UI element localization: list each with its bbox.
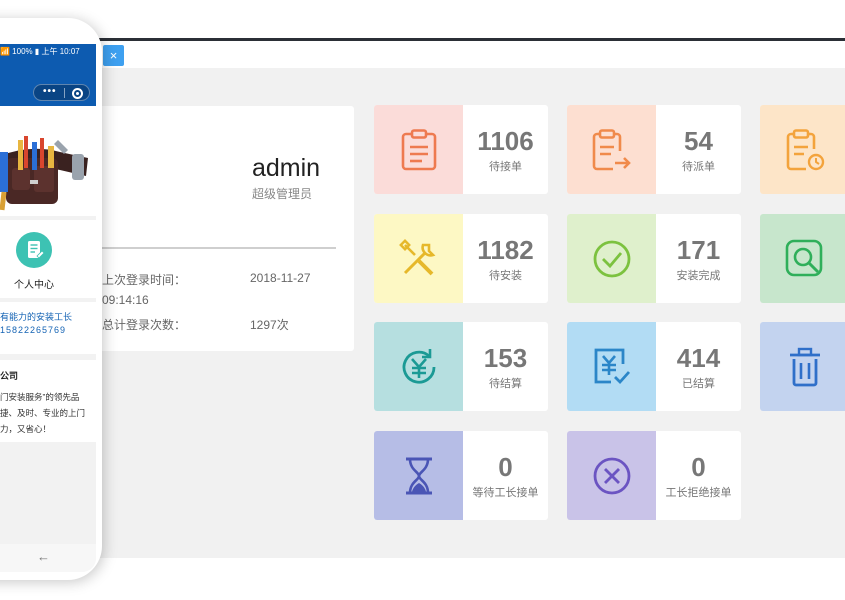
tile-label: 待派单 (682, 161, 715, 173)
back-arrow-icon[interactable]: ← (37, 549, 50, 564)
tile-label: 待接单 (489, 161, 522, 173)
hourglass-icon (405, 457, 432, 494)
contact-title: 有能力的安装工长 (0, 312, 73, 322)
yuen-refresh-icon (402, 348, 435, 384)
company-title: 公司 (0, 371, 19, 381)
tile-third-col-row2[interactable] (760, 214, 845, 303)
tool-belt-banner (0, 106, 96, 216)
capsule-divider (64, 88, 65, 98)
tile-value: 1106 (477, 126, 534, 156)
clipboard-icon (401, 128, 436, 170)
tile-pending-accept[interactable]: 1106 待接单 (374, 105, 548, 194)
profile-card: admin 超级管理员 上次登录时间： 2018-11-27 09:14:16 … (60, 106, 354, 351)
company-text-line: 捷、及时、专业的上门 (0, 408, 86, 418)
contact-card: 有能力的安装工长 15822265769 (0, 302, 96, 354)
profile-name: admin (252, 154, 321, 182)
total-logins-label: 总计登录次数： (102, 318, 187, 332)
tile-pending-dispatch[interactable]: 54 待派单 (567, 105, 741, 194)
tools-icon (398, 238, 435, 275)
phone-nav-bar: ← (0, 544, 96, 572)
tile-label: 工长拒绝接单 (665, 487, 732, 499)
tile-icon-bg (567, 105, 656, 194)
company-text-line: 门安装服务”的领先品 (0, 392, 80, 402)
yuen-check-icon (594, 348, 630, 384)
last-login-label: 上次登录时间： (102, 273, 187, 287)
tile-foreman-rejected[interactable]: 0 工长拒绝接单 (567, 431, 741, 520)
tile-icon-bg (374, 105, 463, 194)
profile-role: 超级管理员 (252, 187, 313, 201)
status-text: 📶 100% ▮ 上午 10:07 (0, 47, 80, 56)
check-circle-icon (593, 240, 630, 277)
tile-value: 1182 (477, 235, 534, 265)
total-logins-value: 1297次 (250, 318, 289, 332)
cancel-circle-icon (593, 457, 630, 494)
tile-icon-bg (374, 431, 463, 520)
tile-icon-bg (760, 105, 845, 194)
tile-icon-bg (760, 322, 845, 411)
tile-label: 安装完成 (676, 270, 721, 282)
last-login-time: 09:14:16 (102, 293, 149, 307)
personal-center-icon[interactable] (16, 232, 52, 268)
tile-label: 待安装 (489, 270, 522, 282)
tile-value: 171 (676, 235, 721, 265)
tile-icon-bg (374, 322, 463, 411)
tab-close-button[interactable]: × (103, 45, 124, 66)
phone-screen: 📶 100% ▮ 上午 10:07 ••• 个人中心 有能力的安装工长 1582… (0, 44, 96, 572)
phone-status-bar: 📶 100% ▮ 上午 10:07 ••• (0, 44, 96, 106)
tile-third-col-row3[interactable] (760, 322, 845, 411)
tile-value: 0 (691, 452, 706, 482)
tile-value: 54 (684, 126, 713, 156)
screenshot-stage: × admin 超级管理员 上次登录时间： 2018-11-27 09:14:1… (0, 0, 845, 600)
more-icon[interactable]: ••• (43, 86, 57, 97)
tile-label: 等待工长接单 (472, 487, 539, 499)
tool-belt-image (0, 136, 88, 211)
tile-icon-bg (374, 214, 463, 303)
tile-icon-bg (567, 214, 656, 303)
phone-mockup: 📶 100% ▮ 上午 10:07 ••• 个人中心 有能力的安装工长 1582… (0, 18, 102, 580)
tile-pending-settlement[interactable]: 153 待结算 (374, 322, 548, 411)
miniprogram-capsule[interactable]: ••• (33, 84, 90, 101)
clipboard-clock-icon (786, 128, 824, 170)
tile-label: 已结算 (682, 378, 715, 390)
tile-value: 414 (676, 343, 721, 373)
tile-install-complete[interactable]: 171 安装完成 (567, 214, 741, 303)
close-miniprogram-icon[interactable] (72, 88, 83, 99)
tile-label: 待结算 (489, 378, 522, 390)
contact-phone[interactable]: 15822265769 (0, 325, 66, 335)
search-square-icon (785, 239, 822, 276)
tile-value: 0 (498, 452, 513, 482)
personal-center-label: 个人中心 (14, 280, 54, 291)
tile-icon-bg (567, 431, 656, 520)
tile-waiting-foreman[interactable]: 0 等待工长接单 (374, 431, 548, 520)
tile-settled[interactable]: 414 已结算 (567, 322, 741, 411)
tile-value: 153 (483, 343, 528, 373)
tile-icon-bg (760, 214, 845, 303)
top-border-line (60, 38, 845, 41)
company-intro-card: 公司 门安装服务”的领先品 捷、及时、专业的上门 力，又省心！ (0, 360, 96, 442)
document-edit-icon (28, 241, 45, 259)
tile-icon-bg (567, 322, 656, 411)
last-login-date: 2018-11-27 (250, 271, 311, 285)
clipboard-forward-icon (592, 128, 631, 170)
personal-center-menu[interactable]: 个人中心 (0, 220, 96, 298)
tile-third-col-row1[interactable] (760, 105, 845, 194)
profile-divider (100, 247, 336, 249)
tile-pending-install[interactable]: 1182 待安装 (374, 214, 548, 303)
company-text-line: 力，又省心！ (0, 424, 52, 434)
trash-icon (789, 347, 820, 386)
